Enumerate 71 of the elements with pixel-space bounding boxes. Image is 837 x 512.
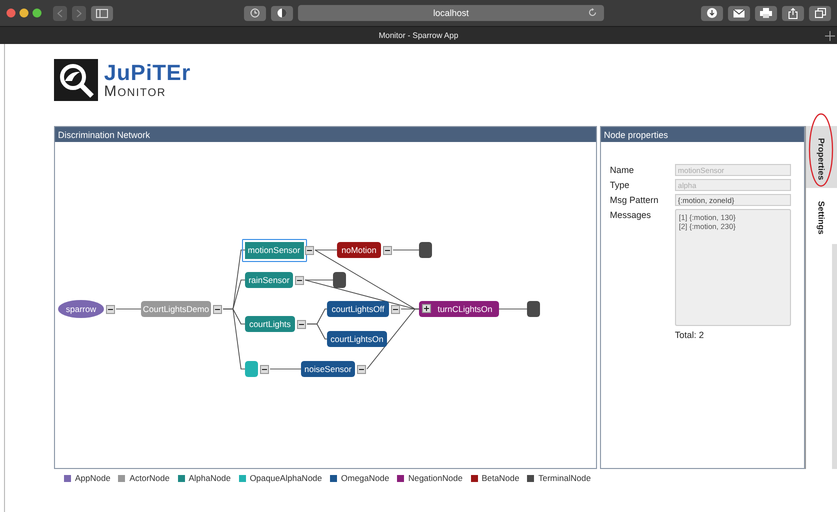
window-controls-icon[interactable] [6,8,42,18]
network-node[interactable]: sparrow [58,300,104,318]
total-count: Total: 2 [674,330,705,340]
minus-icon[interactable] [383,246,392,254]
minus-icon[interactable] [106,304,115,314]
minus-icon[interactable] [305,246,314,254]
network-node[interactable] [245,361,258,377]
privacy-button[interactable] [271,6,293,20]
download-button[interactable] [701,6,724,20]
history-button[interactable] [244,6,266,20]
legend-label: NegationNode [408,473,463,483]
network-node[interactable]: courtLightsOff [327,301,389,317]
chevron-left-icon [56,8,63,18]
connector-line [270,368,302,370]
forward-button[interactable] [72,6,86,20]
legend-label: AlphaNode [188,473,231,483]
legend-label: TerminalNode [538,473,591,483]
download-icon [707,8,718,18]
network-node[interactable]: courtLights [245,316,295,332]
legend-label: AppNode [75,473,110,483]
tabs-button[interactable] [809,6,832,20]
share-icon [788,8,798,18]
field-label: Name [610,164,635,175]
panel-title: Discrimination Network [58,130,150,140]
side-tab[interactable]: Properties [806,126,837,188]
logo-subtitle: Monitor [104,84,168,98]
connector-line [498,308,528,310]
tabs-icon [814,8,826,18]
network-node[interactable]: motionSensor [242,238,306,262]
legend-label: ActorNode [129,473,170,483]
plus-icon[interactable] [422,304,431,313]
minus-icon[interactable] [391,304,400,314]
minus-icon[interactable] [260,364,269,374]
connector-line [306,324,328,340]
minus-icon[interactable] [213,304,222,314]
field-label: Msg Pattern [610,194,660,205]
network-node[interactable]: courtLightsOn [327,331,387,347]
back-button[interactable] [52,6,67,20]
minus-icon[interactable] [295,276,304,284]
connector-line [116,308,142,310]
reload-icon[interactable] [588,8,598,17]
address-bar[interactable]: localhost [298,5,604,21]
sidebar-icon [96,8,108,18]
magnifier-bird-logo-icon [54,59,98,101]
plus-icon[interactable] [825,31,835,41]
field-label: Type [610,179,630,190]
network-node[interactable]: rainSensor [245,272,293,288]
field-label: Messages [610,209,652,220]
print-button[interactable] [755,6,778,20]
terminal-node[interactable] [333,272,346,288]
shield-icon [277,8,287,18]
envelope-icon [733,8,746,18]
sidebar-button[interactable] [90,6,113,20]
chevron-right-icon [76,8,82,18]
legend-label: OmegaNode [341,473,390,483]
mail-button[interactable] [728,6,750,20]
printer-icon [760,8,772,18]
terminal-node[interactable] [419,242,432,258]
logo-title: JuPiTEr [104,62,191,84]
minus-icon[interactable] [297,320,306,328]
minus-icon[interactable] [357,364,366,374]
share-button[interactable] [782,6,804,20]
network-node[interactable]: noMotion [337,242,381,258]
browser-tab[interactable]: Monitor - Sparrow App [378,31,458,40]
network-node[interactable]: noiseSensor [301,361,355,377]
network-node[interactable]: turnCLightsOn [419,301,499,317]
panel-title: Node properties [604,130,668,140]
clock-icon [250,8,260,18]
legend-label: BetaNode [482,473,520,483]
legend-label: OpaqueAlphaNode [250,473,322,483]
terminal-node[interactable] [527,301,540,317]
